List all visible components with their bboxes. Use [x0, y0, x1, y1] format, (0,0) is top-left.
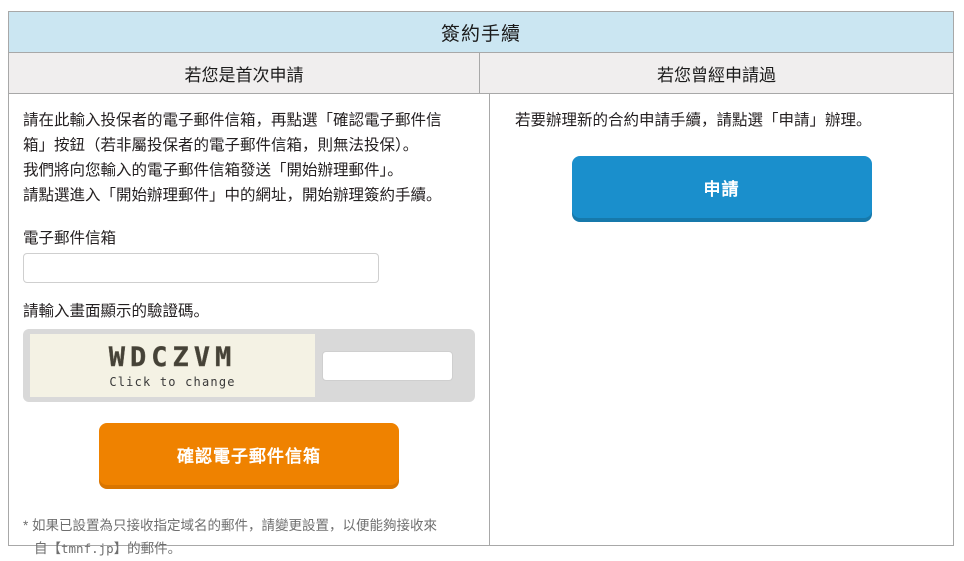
footnote-prefix: 自【	[34, 541, 61, 557]
instruction-line-4: 請點選進入「開始辦理郵件」中的網址，開始辦理簽約手續。	[23, 187, 442, 205]
footnote-domain: tmnf.jp	[61, 541, 114, 557]
captcha-refresh-hint: Click to change	[109, 375, 236, 390]
captcha-panel: WDCZVM Click to change	[23, 329, 475, 403]
email-input[interactable]	[23, 253, 379, 284]
column-header-first-time: 若您是首次申請	[9, 53, 480, 93]
first-time-applicant-cell: 請在此輸入投保者的電子郵件信箱，再點選「確認電子郵件信 箱」按鈕（若非屬投保者的…	[9, 94, 490, 556]
content-row: 請在此輸入投保者的電子郵件信箱，再點選「確認電子郵件信 箱」按鈕（若非屬投保者的…	[9, 94, 953, 556]
returning-instructions: 若要辦理新的合約申請手續，請點選「申請」辦理。	[515, 112, 872, 129]
email-domain-footnote: * 如果已設置為只接收指定域名的郵件，請變更設置，以便能夠接收來 自【tmnf.…	[23, 515, 475, 561]
page-title-bar: 簽約手續	[9, 12, 953, 53]
instruction-line-3: 我們將向您輸入的電子郵件信箱發送「開始辦理郵件」。	[23, 162, 403, 180]
footnote-line-1: * 如果已設置為只接收指定域名的郵件，請變更設置，以便能夠接收來	[23, 518, 438, 534]
signup-panel: 簽約手續 若您是首次申請 若您曾經申請過 請在此輸入投保者的電子郵件信箱，再點選…	[8, 11, 954, 556]
confirm-button-wrap: 確認電子郵件信箱	[23, 423, 475, 486]
captcha-answer-input[interactable]	[322, 350, 453, 381]
first-time-instructions: 請在此輸入投保者的電子郵件信箱，再點選「確認電子郵件信 箱」按鈕（若非屬投保者的…	[23, 108, 475, 208]
instruction-line-1: 請在此輸入投保者的電子郵件信箱，再點選「確認電子郵件信	[23, 112, 442, 129]
captcha-image[interactable]: WDCZVM Click to change	[30, 334, 315, 398]
column-header-returning: 若您曾經申請過	[657, 65, 776, 85]
apply-button[interactable]: 申請	[571, 156, 872, 219]
apply-button-wrap: 申請	[504, 156, 939, 219]
email-field-label: 電子郵件信箱	[23, 230, 117, 248]
captcha-code-text: WDCZVM	[108, 342, 237, 374]
captcha-instruction: 請輸入畫面顯示的驗證碼。	[23, 303, 210, 321]
instruction-line-2: 箱」按鈕（若非屬投保者的電子郵件信箱，則無法投保）。	[23, 137, 419, 155]
column-header-row: 若您是首次申請 若您曾經申請過	[9, 53, 953, 94]
confirm-email-button[interactable]: 確認電子郵件信箱	[99, 423, 399, 486]
footnote-line-2: 自【tmnf.jp】的郵件。	[23, 538, 475, 561]
page-title: 簽約手續	[440, 23, 521, 45]
footnote-suffix: 】的郵件。	[113, 541, 182, 557]
returning-applicant-cell: 若要辦理新的合約申請手續，請點選「申請」辦理。 申請	[490, 94, 953, 545]
